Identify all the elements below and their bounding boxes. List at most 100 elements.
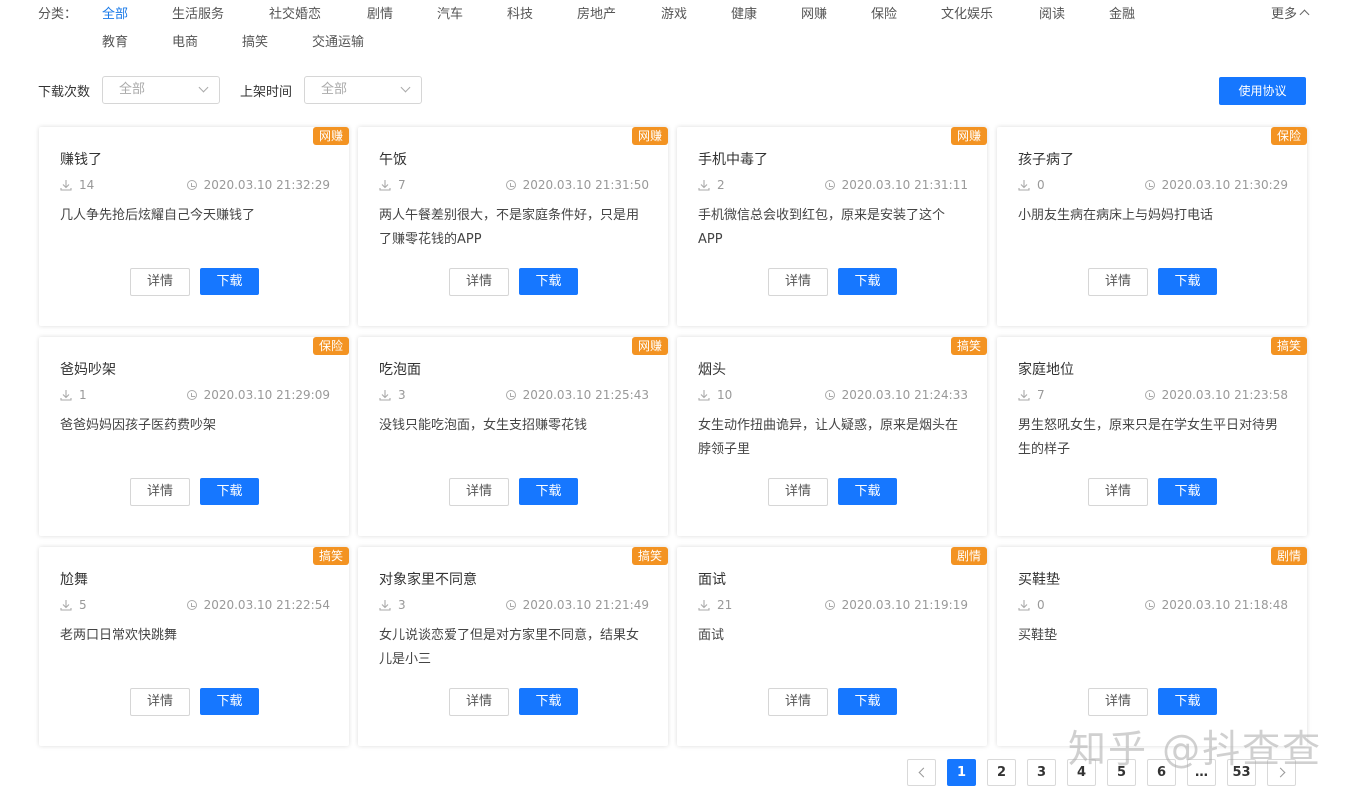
card-title: 孩子病了 — [1018, 152, 1074, 168]
category-drama[interactable]: 剧情 — [367, 3, 393, 22]
download-button[interactable]: 下载 — [200, 478, 259, 505]
detail-button[interactable]: 详情 — [1088, 268, 1148, 296]
card-title: 手机中毒了 — [698, 152, 768, 168]
download-icon — [379, 180, 391, 191]
download-count-value: 7 — [398, 178, 406, 192]
category-transportation[interactable]: 交通运输 — [312, 31, 364, 50]
prev-page-button[interactable] — [907, 759, 936, 786]
clock-icon — [505, 180, 516, 190]
publish-time-value: 2020.03.10 21:19:19 — [841, 598, 968, 612]
detail-button[interactable]: 详情 — [449, 268, 509, 296]
category-online-earning[interactable]: 网赚 — [801, 3, 827, 22]
download-button[interactable]: 下载 — [200, 688, 259, 715]
category-auto[interactable]: 汽车 — [437, 3, 463, 22]
detail-button[interactable]: 详情 — [449, 688, 509, 716]
detail-button[interactable]: 详情 — [1088, 478, 1148, 506]
card-description: 女儿说谈恋爱了但是对方家里不同意，结果女儿是小三 — [379, 628, 640, 667]
listing-time-select[interactable]: 全部 — [304, 76, 422, 104]
detail-button[interactable]: 详情 — [449, 478, 509, 506]
download-button[interactable]: 下载 — [1158, 268, 1217, 295]
category-health[interactable]: 健康 — [731, 3, 757, 22]
more-label: 更多 — [1270, 7, 1297, 22]
video-card: 保险 爸妈吵架 1 2020.03.10 21:29:09 爸爸妈妈因孩子医药费吵架 详情… — [39, 337, 349, 536]
publish-time-value: 2020.03.10 21:31:11 — [841, 178, 968, 192]
detail-button[interactable]: 详情 — [1088, 688, 1148, 716]
card-meta: 14 2020.03.10 21:32:29 — [60, 178, 330, 192]
downloads-select[interactable]: 全部 — [102, 76, 220, 104]
listing-time-filter-label: 上架时间 — [240, 85, 293, 100]
card-description: 手机微信总会收到红包，原来是安装了这个APP — [698, 208, 946, 247]
publish-time: 2020.03.10 21:30:29 — [1144, 178, 1288, 192]
download-icon — [1018, 600, 1030, 611]
card-title: 烟头 — [698, 362, 726, 378]
download-count: 3 — [379, 388, 406, 402]
download-button[interactable]: 下载 — [519, 268, 578, 295]
card-meta: 1 2020.03.10 21:29:09 — [60, 388, 330, 402]
download-count-value: 0 — [1037, 598, 1045, 612]
category-games[interactable]: 游戏 — [661, 3, 687, 22]
download-button[interactable]: 下载 — [838, 268, 897, 295]
page-button-1[interactable]: 1 — [947, 759, 976, 786]
category-tag: 搞笑 — [312, 547, 349, 565]
publish-time: 2020.03.10 21:31:50 — [505, 178, 649, 192]
publish-time: 2020.03.10 21:25:43 — [505, 388, 649, 402]
download-button[interactable]: 下载 — [1158, 688, 1217, 715]
detail-button[interactable]: 详情 — [130, 268, 190, 296]
category-social-dating[interactable]: 社交婚恋 — [269, 3, 321, 22]
chevron-up-icon — [1299, 9, 1310, 20]
category-tag: 搞笑 — [950, 337, 987, 355]
download-icon — [60, 600, 72, 611]
download-count: 7 — [379, 178, 406, 192]
download-button[interactable]: 下载 — [519, 478, 578, 505]
download-count-value: 10 — [717, 388, 733, 402]
clock-icon — [1144, 600, 1155, 610]
category-culture-entertainment[interactable]: 文化娱乐 — [941, 3, 993, 22]
category-ecommerce[interactable]: 电商 — [172, 31, 198, 50]
publish-time-value: 2020.03.10 21:29:09 — [203, 388, 330, 402]
card-title: 赚钱了 — [60, 152, 102, 168]
category-education[interactable]: 教育 — [102, 31, 128, 50]
category-real-estate[interactable]: 房地产 — [577, 3, 616, 22]
card-meta: 3 2020.03.10 21:21:49 — [379, 598, 649, 612]
download-icon — [698, 390, 710, 401]
card-meta: 2 2020.03.10 21:31:11 — [698, 178, 968, 192]
category-insurance[interactable]: 保险 — [871, 3, 897, 22]
card-description: 面试 — [698, 628, 725, 643]
download-button[interactable]: 下载 — [1158, 478, 1217, 505]
clock-icon — [505, 600, 516, 610]
publish-time-value: 2020.03.10 21:25:43 — [522, 388, 649, 402]
clock-icon — [186, 180, 197, 190]
category-finance[interactable]: 金融 — [1109, 3, 1135, 22]
detail-button[interactable]: 详情 — [768, 478, 828, 506]
page-button-2[interactable]: 2 — [987, 759, 1016, 786]
detail-button[interactable]: 详情 — [130, 478, 190, 506]
category-reading[interactable]: 阅读 — [1039, 3, 1065, 22]
detail-button[interactable]: 详情 — [768, 688, 828, 716]
card-description: 小朋友生病在病床上与妈妈打电话 — [1018, 208, 1214, 223]
video-card: 搞笑 烟头 10 2020.03.10 21:24:33 女生动作扭曲诡异，让人疑惑，原… — [677, 337, 987, 536]
download-count-value: 2 — [717, 178, 725, 192]
category-tech[interactable]: 科技 — [507, 3, 533, 22]
detail-button[interactable]: 详情 — [768, 268, 828, 296]
category-life-services[interactable]: 生活服务 — [172, 3, 224, 22]
category-all[interactable]: 全部 — [102, 3, 128, 22]
card-description: 买鞋垫 — [1018, 628, 1058, 643]
clock-icon — [186, 600, 197, 610]
download-icon — [60, 390, 72, 401]
more-categories-toggle[interactable]: 更多 — [1270, 3, 1310, 22]
card-title: 尬舞 — [60, 572, 88, 588]
download-button[interactable]: 下载 — [838, 478, 897, 505]
download-count-value: 14 — [79, 178, 95, 192]
page-button-3[interactable]: 3 — [1027, 759, 1056, 786]
category-funny[interactable]: 搞笑 — [242, 31, 268, 50]
download-button[interactable]: 下载 — [838, 688, 897, 715]
video-card: 网赚 吃泡面 3 2020.03.10 21:25:43 没钱只能吃泡面，女生支招赚零花… — [358, 337, 668, 536]
category-tag: 网赚 — [631, 127, 668, 145]
publish-time: 2020.03.10 21:24:33 — [824, 388, 968, 402]
card-title: 吃泡面 — [379, 362, 421, 378]
detail-button[interactable]: 详情 — [130, 688, 190, 716]
usage-agreement-button[interactable]: 使用协议 — [1219, 77, 1306, 105]
download-button[interactable]: 下载 — [519, 688, 578, 715]
download-button[interactable]: 下载 — [200, 268, 259, 295]
card-title: 爸妈吵架 — [60, 362, 116, 378]
